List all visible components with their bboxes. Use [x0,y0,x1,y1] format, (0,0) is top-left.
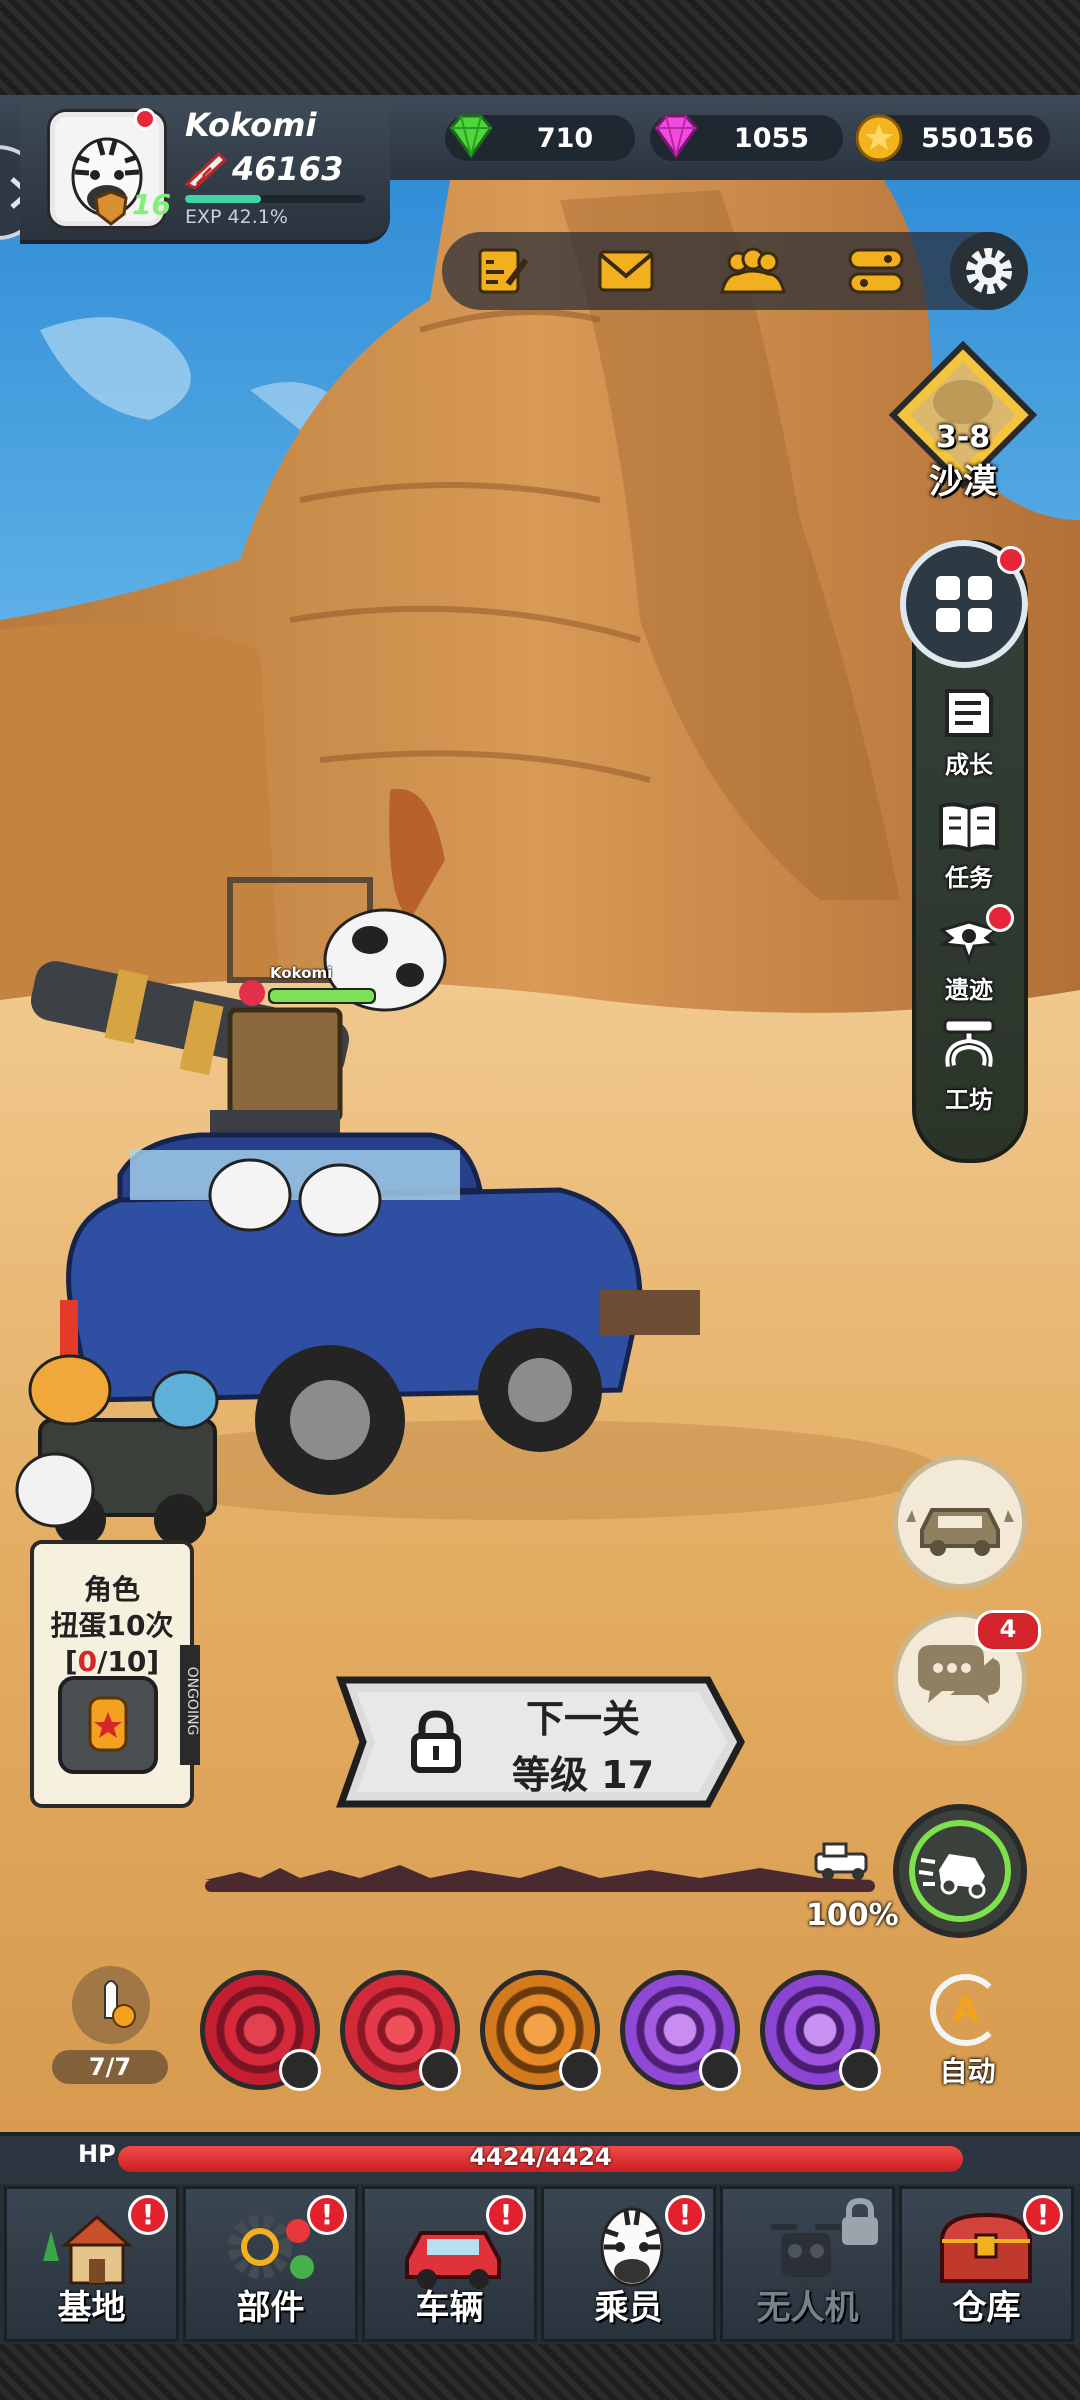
skill-slot-1[interactable] [200,1970,321,2091]
combat-power: 46163 [232,150,344,188]
skill-slot-4[interactable] [620,1970,741,2091]
swap-icon[interactable] [699,2049,741,2091]
emerald-amount: 710 [536,123,594,154]
ongoing-tab: ONGOING [180,1645,200,1765]
lock-icon [411,1710,461,1773]
top-carbon-strip [0,0,1080,95]
nav-crew[interactable]: ! 乘员 [541,2186,716,2342]
menu-notification-dot [997,546,1025,574]
warehouse-alert-icon: ! [1023,2195,1063,2235]
parts-alert-icon: ! [307,2195,347,2235]
settings-button[interactable] [950,232,1028,310]
emerald-counter[interactable]: 710 [445,114,635,161]
gacha-token-icon [88,1696,128,1752]
pink-gem-icon [654,114,698,159]
stage-code: 3-8 [935,420,991,455]
auto-label: 自动 [939,2055,996,2088]
skill-slot-3[interactable] [480,1970,601,2091]
auto-a-icon: A [952,1990,980,2030]
nav-drone[interactable]: 无人机 [720,2186,895,2342]
stage-progress-track [205,1880,875,1892]
side-label-growth: 成长 [945,751,993,779]
side-label-relics: 遗迹 [945,976,993,1004]
ammo-count: 7/7 [52,2050,168,2084]
stage-name: 沙漠 [929,462,997,502]
swap-icon[interactable] [559,2049,601,2091]
relics-notification-dot [986,904,1014,932]
vehicle-alert-icon: ! [486,2195,526,2235]
gem-amount: 1055 [733,123,810,154]
nav-label-base: 基地 [57,2288,126,2328]
side-label-tasks: 任务 [945,864,993,892]
open-book-icon [939,802,999,853]
side-item-workshop[interactable]: 工坊 [915,1016,1023,1115]
nav-label-parts: 部件 [236,2288,305,2328]
nav-base[interactable]: ! 基地 [4,2186,179,2342]
mail-icon[interactable] [598,246,654,296]
stage-progress-percent: 100% [806,1898,899,1933]
combat-power-icon [184,151,228,190]
gear-icon [966,248,1012,294]
side-item-growth[interactable]: 成长 [915,685,1023,780]
growth-book-icon [945,689,993,737]
vehicle-swap-button[interactable] [893,1455,1027,1589]
gacha-count: 0 [77,1645,98,1678]
shell-icon [104,1980,136,2028]
swap-icon[interactable] [419,2049,461,2091]
chat-unread-badge: 4 [975,1610,1041,1652]
hp-value: 4424/4424 [469,2143,612,2171]
swap-icon[interactable] [279,2049,321,2091]
avatar-notification-dot [134,108,156,130]
checklist-icon[interactable] [474,246,530,296]
exp-bar-fill [185,195,261,203]
emerald-icon [449,114,493,159]
cars-icon [906,1508,1014,1556]
gold-amount: 550156 [921,123,1034,154]
claw-crane-icon [943,1018,995,1067]
player-level: 16 [132,188,171,221]
gacha-card[interactable]: 角色 扭蛋10次 [0/10] [30,1540,194,1808]
nav-warehouse[interactable]: ! 仓库 [899,2186,1074,2342]
toggle-menu-icon[interactable] [848,246,904,296]
next-level-title: 下一关 [525,1697,640,1741]
next-level-requirement: 等级 17 [511,1753,655,1797]
gacha-progress: [0/10] [64,1645,160,1678]
swap-icon[interactable] [839,2049,881,2091]
skill-slot-5[interactable] [760,1970,881,2091]
exp-bar [185,195,365,203]
nav-label-vehicle: 车辆 [415,2288,484,2328]
ammo-button[interactable] [72,1966,150,2044]
bottom-carbon-strip [0,2344,1080,2400]
exp-label: EXP 42.1% [185,206,288,228]
rank-shield-icon [94,190,128,226]
hp-label: HP [78,2140,116,2168]
friends-icon[interactable] [718,246,788,296]
side-item-tasks[interactable]: 任务 [915,798,1023,893]
truck-marker-icon [814,1842,868,1880]
nav-label-warehouse: 仓库 [952,2288,1021,2328]
nav-vehicle[interactable]: ! 车辆 [362,2186,537,2342]
nav-parts[interactable]: ! 部件 [183,2186,358,2342]
auto-button[interactable]: A [930,1974,1002,2046]
crew-alert-icon: ! [665,2195,705,2235]
base-alert-icon: ! [128,2195,168,2235]
gem-counter[interactable]: 1055 [650,114,843,161]
gold-coin-icon [855,114,903,162]
side-label-workshop: 工坊 [945,1086,993,1114]
gacha-title: 角色 [83,1573,140,1606]
drift-boost-button[interactable] [893,1804,1027,1938]
drift-car-icon [918,1854,986,1899]
gold-counter[interactable]: 550156 [855,114,1050,162]
skill-slot-2[interactable] [340,1970,461,2091]
nav-label-drone: 无人机 [756,2288,859,2328]
gacha-token-button[interactable] [58,1676,158,1774]
nav-label-crew: 乘员 [594,2288,663,2328]
character-nameplate: Kokomi [270,964,333,982]
player-name: Kokomi [185,106,317,144]
padlock-icon [842,2197,878,2245]
gacha-subtitle: 扭蛋10次 [50,1609,174,1642]
